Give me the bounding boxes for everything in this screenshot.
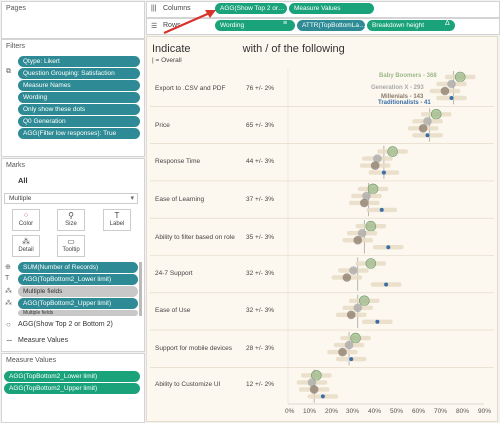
- dot-3-2: [360, 198, 369, 208]
- dot-4-0: [365, 220, 377, 232]
- dot-5-2: [342, 273, 352, 282]
- dot-3-3: [379, 207, 384, 212]
- dot-6-0: [358, 295, 370, 307]
- dot-0-1: [447, 79, 456, 89]
- dot-1-2: [418, 124, 428, 133]
- dot-7-0: [350, 332, 361, 344]
- dot-7-1: [344, 340, 354, 350]
- dot-7-3: [349, 357, 354, 362]
- dot-1-3: [425, 133, 430, 138]
- dot-2-0: [387, 146, 398, 157]
- dot-0-2: [440, 86, 450, 96]
- dot-3-0: [367, 183, 379, 195]
- dot-8-3: [320, 394, 325, 399]
- dot-8-2: [309, 385, 319, 394]
- dot-4-2: [353, 235, 363, 245]
- dot-4-3: [386, 245, 391, 250]
- dot-6-2: [346, 310, 356, 320]
- dot-7-2: [338, 347, 347, 357]
- dot-2-3: [381, 170, 386, 175]
- dot-plot: [150, 69, 494, 405]
- dot-6-3: [375, 319, 380, 324]
- dot-5-3: [384, 282, 389, 287]
- dot-2-2: [370, 161, 380, 170]
- dot-0-3: [449, 96, 454, 100]
- dot-0-0: [454, 71, 466, 83]
- dot-5-0: [365, 258, 377, 269]
- dot-6-1: [353, 303, 363, 313]
- dot-1-0: [430, 109, 442, 120]
- dot-5-1: [349, 266, 358, 275]
